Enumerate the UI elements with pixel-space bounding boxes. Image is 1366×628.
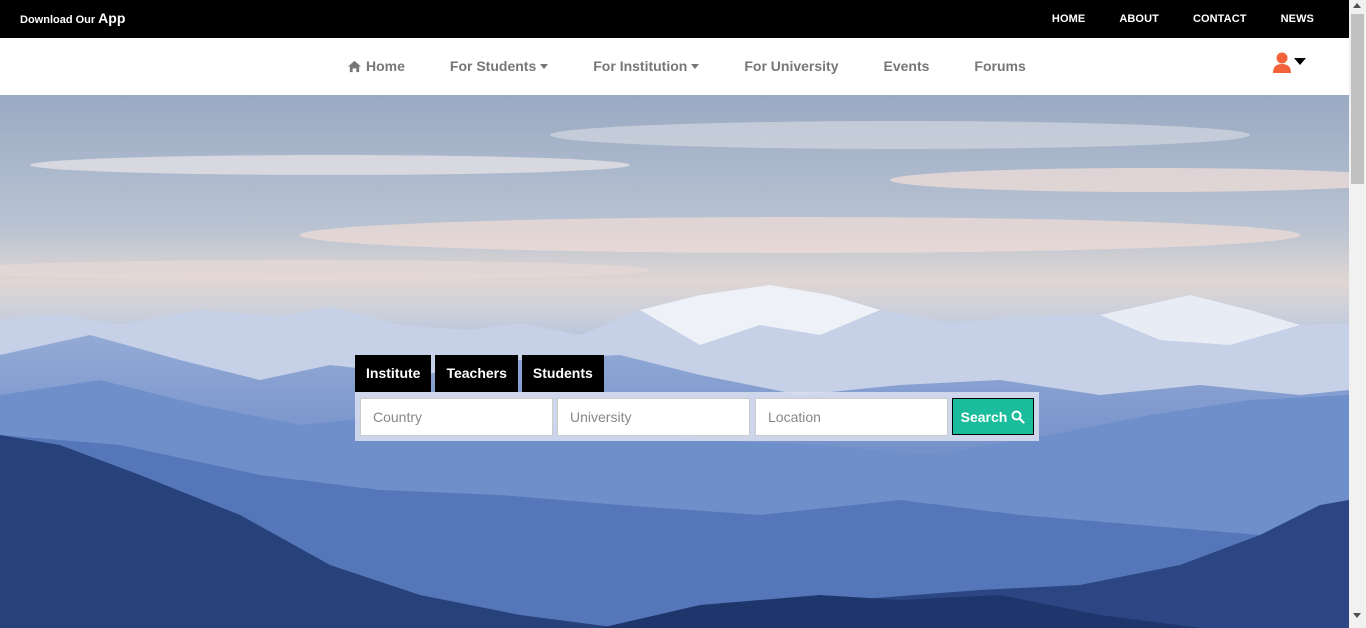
location-input[interactable] <box>755 398 948 436</box>
nav-for-institution-label: For Institution <box>593 58 688 74</box>
scrollbar-thumb[interactable] <box>1351 14 1364 184</box>
mountain-landscape-image <box>0 95 1349 628</box>
user-icon <box>1273 52 1291 73</box>
search-button[interactable]: Search <box>952 398 1034 435</box>
download-app-link[interactable]: Download Our App <box>20 10 125 26</box>
scroll-down-icon[interactable] <box>1353 613 1361 618</box>
home-icon <box>348 60 361 72</box>
app-text: App <box>98 10 126 26</box>
user-menu[interactable] <box>1272 52 1306 74</box>
top-nav-home[interactable]: HOME <box>1052 13 1085 25</box>
search-button-label: Search <box>960 408 1008 425</box>
nav-events-label: Events <box>883 58 930 74</box>
nav-for-students[interactable]: For Students <box>449 58 549 74</box>
top-nav-news[interactable]: NEWS <box>1281 13 1314 25</box>
tab-institute[interactable]: Institute <box>355 355 432 392</box>
country-input[interactable] <box>360 398 553 436</box>
top-nav: HOME ABOUT CONTACT NEWS <box>1018 13 1314 25</box>
university-input[interactable] <box>557 398 750 436</box>
nav-forums-label: Forums <box>974 58 1026 74</box>
hero-banner <box>0 95 1349 628</box>
download-text: Download Our <box>20 14 96 26</box>
tab-teachers[interactable]: Teachers <box>435 355 518 392</box>
nav-for-university-label: For University <box>744 58 839 74</box>
caret-down-icon <box>540 63 549 69</box>
scroll-up-icon[interactable] <box>1353 3 1361 8</box>
search-form: Search <box>355 392 1039 441</box>
nav-for-students-label: For Students <box>449 58 537 74</box>
nav-for-institution[interactable]: For Institution <box>593 58 700 74</box>
top-nav-about[interactable]: ABOUT <box>1119 13 1159 25</box>
nav-events[interactable]: Events <box>883 58 929 74</box>
nav-home[interactable]: Home <box>347 58 405 74</box>
nav-home-label: Home <box>366 58 405 74</box>
page-scrollbar[interactable] <box>1349 0 1366 628</box>
user-menu-caret-icon <box>1294 57 1306 65</box>
caret-down-icon <box>691 63 700 69</box>
top-nav-contact[interactable]: CONTACT <box>1193 13 1247 25</box>
top-bar: Download Our App HOME ABOUT CONTACT NEWS <box>0 0 1349 38</box>
search-tabs: Institute Teachers Students <box>355 355 608 392</box>
search-icon <box>1011 410 1025 424</box>
tab-students[interactable]: Students <box>521 355 604 392</box>
main-nav: Home For Students For Institution For Un… <box>0 38 1349 95</box>
nav-for-university[interactable]: For University <box>744 58 838 74</box>
nav-forums[interactable]: Forums <box>974 58 1025 74</box>
main-nav-links: Home For Students For Institution For Un… <box>347 58 1071 74</box>
